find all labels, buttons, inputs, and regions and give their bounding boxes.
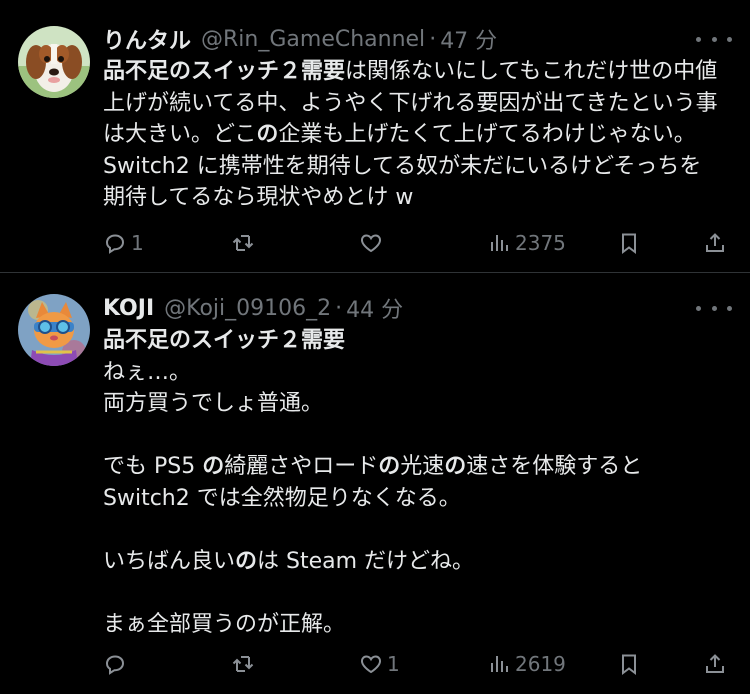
cat-avatar-image — [18, 294, 90, 366]
like-count: 1 — [387, 652, 400, 676]
share-button[interactable] — [703, 226, 727, 260]
text-segment: は関係ないにしてもこれだけ世の中値 — [345, 59, 718, 84]
tweet[interactable]: りんタル @Rin_GameChannel · 47 分 品不足のスイッチ２需要… — [0, 0, 750, 272]
timestamp[interactable]: 44 分 — [346, 292, 403, 324]
more-icon[interactable] — [696, 28, 732, 50]
display-name[interactable]: KOJI — [103, 296, 154, 321]
text-segment: は大きい。どこ — [103, 122, 257, 147]
avatar[interactable] — [18, 294, 90, 366]
separator: · — [335, 295, 343, 321]
user-handle[interactable]: @Rin_GameChannel — [201, 27, 425, 52]
share-icon — [706, 654, 724, 673]
avatar[interactable] — [18, 26, 90, 98]
reply-icon — [105, 655, 125, 675]
share-button[interactable] — [703, 647, 727, 681]
view-count: 2375 — [515, 231, 566, 255]
separator: · — [429, 26, 437, 52]
tweet-header: りんタル @Rin_GameChannel · 47 分 — [103, 22, 732, 56]
heart-icon — [361, 234, 381, 253]
text-line: でも PS5 の綺麗さやロードの光速の速さを体験すると — [103, 451, 732, 483]
bold-text-segment: の — [256, 122, 279, 147]
text-segment: 速さを体験すると — [466, 454, 643, 479]
reply-icon — [105, 234, 125, 254]
bold-text-segment: 品不足のスイッチ２需要 — [103, 59, 346, 84]
text-segment: 両方買うでしょ普通。 — [103, 391, 324, 416]
text-segment: 上げが続いてる中、ようやく下げれる要因が出てきたという事 — [103, 90, 718, 116]
like-button[interactable]: 1 — [359, 647, 400, 681]
text-line: 期待してるなら現状やめとけ w — [103, 182, 732, 214]
like-button[interactable] — [359, 226, 387, 260]
text-line: ねぇ…。 — [103, 357, 732, 389]
bookmark-icon — [622, 233, 636, 254]
tweet-header: KOJI @Koji_09106_2 · 44 分 — [103, 291, 732, 325]
timestamp[interactable]: 47 分 — [440, 23, 497, 55]
text-line: Switch2 に携帯性を期待してる奴が未だにいるけどそっちを — [103, 151, 732, 183]
retweet-icon — [232, 656, 254, 672]
text-line: 上げが続いてる中、ようやく下げれる要因が出てきたという事 — [103, 88, 732, 120]
retweet-icon — [232, 235, 254, 251]
display-name[interactable]: りんタル — [103, 23, 191, 55]
views-button[interactable]: 2375 — [487, 226, 566, 260]
text-segment: は Steam だけどね。 — [257, 548, 475, 574]
text-line: 両方買うでしょ普通。 — [103, 388, 732, 420]
bold-text-segment: の — [378, 454, 401, 479]
reply-button[interactable]: 1 — [103, 226, 144, 260]
heart-icon — [361, 655, 381, 674]
reply-button[interactable] — [103, 647, 131, 681]
text-line: 品不足のスイッチ２需要は関係ないにしてもこれだけ世の中値 — [103, 56, 732, 88]
bookmark-button[interactable] — [617, 647, 641, 681]
reply-count: 1 — [131, 231, 144, 255]
text-segment: まぁ全部買うのが正解。 — [103, 611, 346, 637]
view-count: 2619 — [515, 652, 566, 676]
text-segment: 企業も上げたくて上げてるわけじゃない。 — [278, 122, 696, 147]
retweet-button[interactable] — [231, 647, 259, 681]
text-segment: 綺麗さやロード — [224, 454, 379, 479]
bookmark-icon — [622, 654, 636, 675]
share-icon — [706, 233, 724, 252]
text-line: 品不足のスイッチ２需要 — [103, 325, 732, 357]
bold-text-segment: 品不足のスイッチ２需要 — [103, 328, 346, 353]
text-segment: いちばん良い — [103, 548, 236, 574]
text-segment: 期待してるなら現状やめとけ w — [103, 185, 414, 210]
text-line: は大きい。どこの企業も上げたくて上げてるわけじゃない。 — [103, 119, 732, 151]
text-segment: ねぇ…。 — [103, 359, 192, 385]
text-segment: Switch2 では全然物足りなくなる。 — [103, 485, 461, 511]
bold-text-segment: の — [235, 548, 258, 574]
text-line: Switch2 では全然物足りなくなる。 — [103, 483, 732, 515]
action-bar: 1 2619 — [103, 647, 732, 681]
retweet-button[interactable] — [231, 226, 259, 260]
views-icon — [491, 656, 508, 672]
bookmark-button[interactable] — [617, 226, 641, 260]
bold-text-segment: の — [444, 454, 467, 479]
dog-avatar-image — [18, 26, 90, 98]
more-icon[interactable] — [696, 297, 732, 319]
tweet-text: 品不足のスイッチ２需要 ねぇ…。 両方買うでしょ普通。 でも PS5 の綺麗さやロード… — [103, 325, 732, 640]
text-line: まぁ全部買うのが正解。 — [103, 609, 732, 641]
user-handle[interactable]: @Koji_09106_2 — [164, 296, 331, 321]
views-icon — [491, 235, 508, 251]
tweet-text: 品不足のスイッチ２需要は関係ないにしてもこれだけ世の中値 上げが続いてる中、ようや… — [103, 56, 732, 214]
text-segment: Switch2 に携帯性を期待してる奴が未だにいるけどそっちを — [103, 153, 702, 179]
tweet[interactable]: KOJI @Koji_09106_2 · 44 分 品不足のスイッチ２需要 ねぇ…… — [0, 272, 750, 694]
bold-text-segment: の — [202, 454, 225, 479]
text-line: いちばん良いのは Steam だけどね。 — [103, 546, 732, 578]
text-segment: 光速 — [400, 454, 445, 479]
text-segment: でも PS5 — [103, 454, 203, 479]
views-button[interactable]: 2619 — [487, 647, 566, 681]
action-bar: 1 2375 — [103, 226, 732, 260]
